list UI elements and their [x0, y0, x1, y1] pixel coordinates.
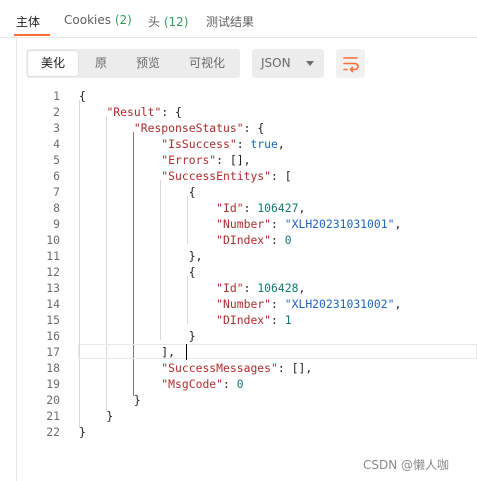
tab-body[interactable]: 主体: [16, 13, 40, 30]
code-line: 7 {: [53, 185, 196, 199]
active-tab-indicator: [14, 34, 50, 36]
code-line: 4 "IsSuccess": true,: [53, 137, 285, 151]
view-mode-visualize[interactable]: 可视化: [176, 51, 238, 76]
code-line: 21 }: [46, 409, 114, 423]
code-line: 16 }: [46, 329, 196, 343]
code-line: 5 "Errors": [],: [53, 153, 251, 167]
code-line: 10 "DIndex": 0: [46, 233, 292, 247]
code-line: 1{: [53, 89, 86, 103]
code-line: 6 "SuccessEntitys": [: [53, 169, 292, 183]
view-mode-raw[interactable]: 原: [80, 51, 122, 76]
code-line: 12 {: [46, 265, 196, 279]
code-line: 9 "Number": "XLH20231031001",: [53, 217, 402, 231]
view-mode-pretty[interactable]: 美化: [28, 51, 78, 76]
code-line: 22}: [46, 425, 86, 439]
wrap-lines-icon: [343, 57, 359, 73]
code-line: 8 "Id": 106427,: [53, 201, 306, 215]
code-line: 11 },: [46, 249, 203, 263]
json-editor[interactable]: 1{ 2 "Result": { 3 "ResponseStatus": { 4…: [16, 88, 477, 440]
code-line: 20 }: [46, 393, 141, 407]
view-mode-segmented: 美化 原 预览 可视化: [26, 49, 240, 78]
code-line: 17 ],: [46, 345, 176, 359]
code-line: 3 "ResponseStatus": {: [53, 121, 265, 135]
code-line: 14 "Number": "XLH20231031002",: [46, 297, 402, 311]
format-dropdown[interactable]: JSON: [252, 49, 324, 78]
code-line: 13 "Id": 106428,: [46, 281, 306, 295]
tab-headers[interactable]: 头 (12): [148, 13, 188, 30]
code-line: 15 "DIndex": 1: [46, 313, 292, 327]
code-line: 18 "SuccessMessages": [],: [46, 361, 313, 375]
watermark: CSDN @懒人咖: [363, 458, 450, 472]
tab-cookies[interactable]: Cookies (2): [64, 13, 132, 27]
view-mode-preview[interactable]: 预览: [124, 51, 172, 76]
wrap-lines-button[interactable]: [336, 49, 365, 78]
code-line: 2 "Result": {: [53, 105, 182, 119]
code-line: 19 "MsgCode": 0: [46, 377, 244, 391]
tab-test-results[interactable]: 测试结果: [206, 13, 254, 30]
chevron-down-icon: [306, 61, 314, 66]
format-dropdown-value: JSON: [261, 56, 291, 70]
response-tabs: 主体 Cookies (2) 头 (12) 测试结果: [0, 0, 477, 38]
